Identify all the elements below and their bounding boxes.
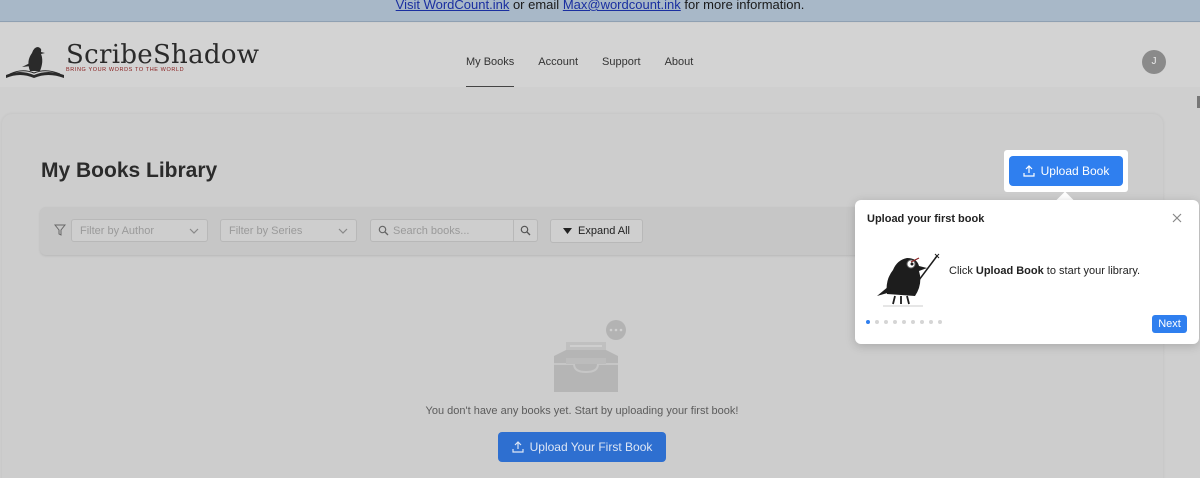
chevron-down-icon	[338, 228, 348, 234]
search-placeholder: Search books...	[393, 225, 470, 237]
tour-step-dot[interactable]	[875, 320, 879, 324]
crow-book-logo-icon	[6, 47, 64, 78]
crow-mascot-icon	[877, 253, 940, 307]
tour-step-dot[interactable]	[902, 320, 906, 324]
search-icon	[520, 225, 531, 236]
brand-name: ScribeShadow	[66, 40, 260, 70]
tour-step-dot[interactable]	[929, 320, 933, 324]
author-filter-select[interactable]: Filter by Author	[71, 219, 208, 242]
banner-middle-text: or email	[509, 0, 563, 12]
search-button[interactable]	[513, 220, 537, 241]
upload-book-button[interactable]: Upload Book	[1009, 156, 1123, 186]
tour-step-dot[interactable]	[920, 320, 924, 324]
series-filter-select[interactable]: Filter by Series	[220, 219, 357, 242]
brand-logo[interactable]: ScribeShadow Bring your words to the wor…	[4, 41, 259, 81]
expand-all-button[interactable]: Expand All	[550, 219, 643, 243]
tour-body-suffix: to start your library.	[1043, 265, 1141, 277]
upload-first-book-label: Upload Your First Book	[529, 440, 653, 454]
tour-step-dot[interactable]	[938, 320, 942, 324]
caret-down-icon	[563, 228, 572, 234]
upload-icon	[1023, 165, 1035, 177]
nav-item-about[interactable]: About	[665, 23, 694, 87]
empty-state-message: You don't have any books yet. Start by u…	[425, 405, 739, 417]
chevron-down-icon	[189, 228, 199, 234]
tour-body-bold: Upload Book	[975, 265, 1044, 277]
tour-body: Click Upload Book to start your library.	[949, 265, 1140, 277]
search-icon	[378, 225, 389, 236]
email-link[interactable]: Max@wordcount.ink	[563, 0, 681, 12]
page-title: My Books Library	[41, 159, 218, 182]
tour-next-button[interactable]: Next	[1152, 315, 1187, 333]
tour-body-prefix: Click	[949, 265, 976, 277]
tour-popup: Upload your first book Click Upload Book…	[855, 200, 1199, 344]
nav-item-support[interactable]: Support	[602, 23, 641, 87]
tour-step-dot[interactable]	[911, 320, 915, 324]
close-icon[interactable]	[1172, 213, 1182, 223]
upload-first-book-button[interactable]: Upload Your First Book	[498, 432, 666, 462]
tour-title: Upload your first book	[867, 213, 985, 225]
info-banner: Visit WordCount.ink or email Max@wordcou…	[0, 0, 1200, 22]
upload-icon	[512, 441, 524, 453]
book-search-input[interactable]: Search books...	[370, 219, 538, 242]
filter-icon	[54, 224, 66, 236]
tour-step-dot[interactable]	[866, 320, 870, 324]
nav-item-account[interactable]: Account	[538, 23, 578, 87]
wordcount-link[interactable]: Visit WordCount.ink	[396, 0, 510, 12]
main-nav: My Books Account Support About	[466, 23, 693, 87]
upload-book-label: Upload Book	[1040, 164, 1110, 178]
author-filter-placeholder: Filter by Author	[80, 225, 154, 237]
top-navbar: ScribeShadow Bring your words to the wor…	[0, 23, 1200, 87]
series-filter-placeholder: Filter by Series	[229, 225, 303, 237]
user-avatar[interactable]: J	[1142, 50, 1166, 74]
empty-inbox-icon	[554, 320, 626, 392]
banner-suffix-text: for more information.	[680, 0, 805, 12]
nav-item-my-books[interactable]: My Books	[466, 23, 515, 87]
tour-step-dot[interactable]	[893, 320, 897, 324]
tour-step-dot[interactable]	[884, 320, 888, 324]
expand-all-label: Expand All	[578, 225, 630, 237]
tour-step-dots	[866, 320, 942, 324]
